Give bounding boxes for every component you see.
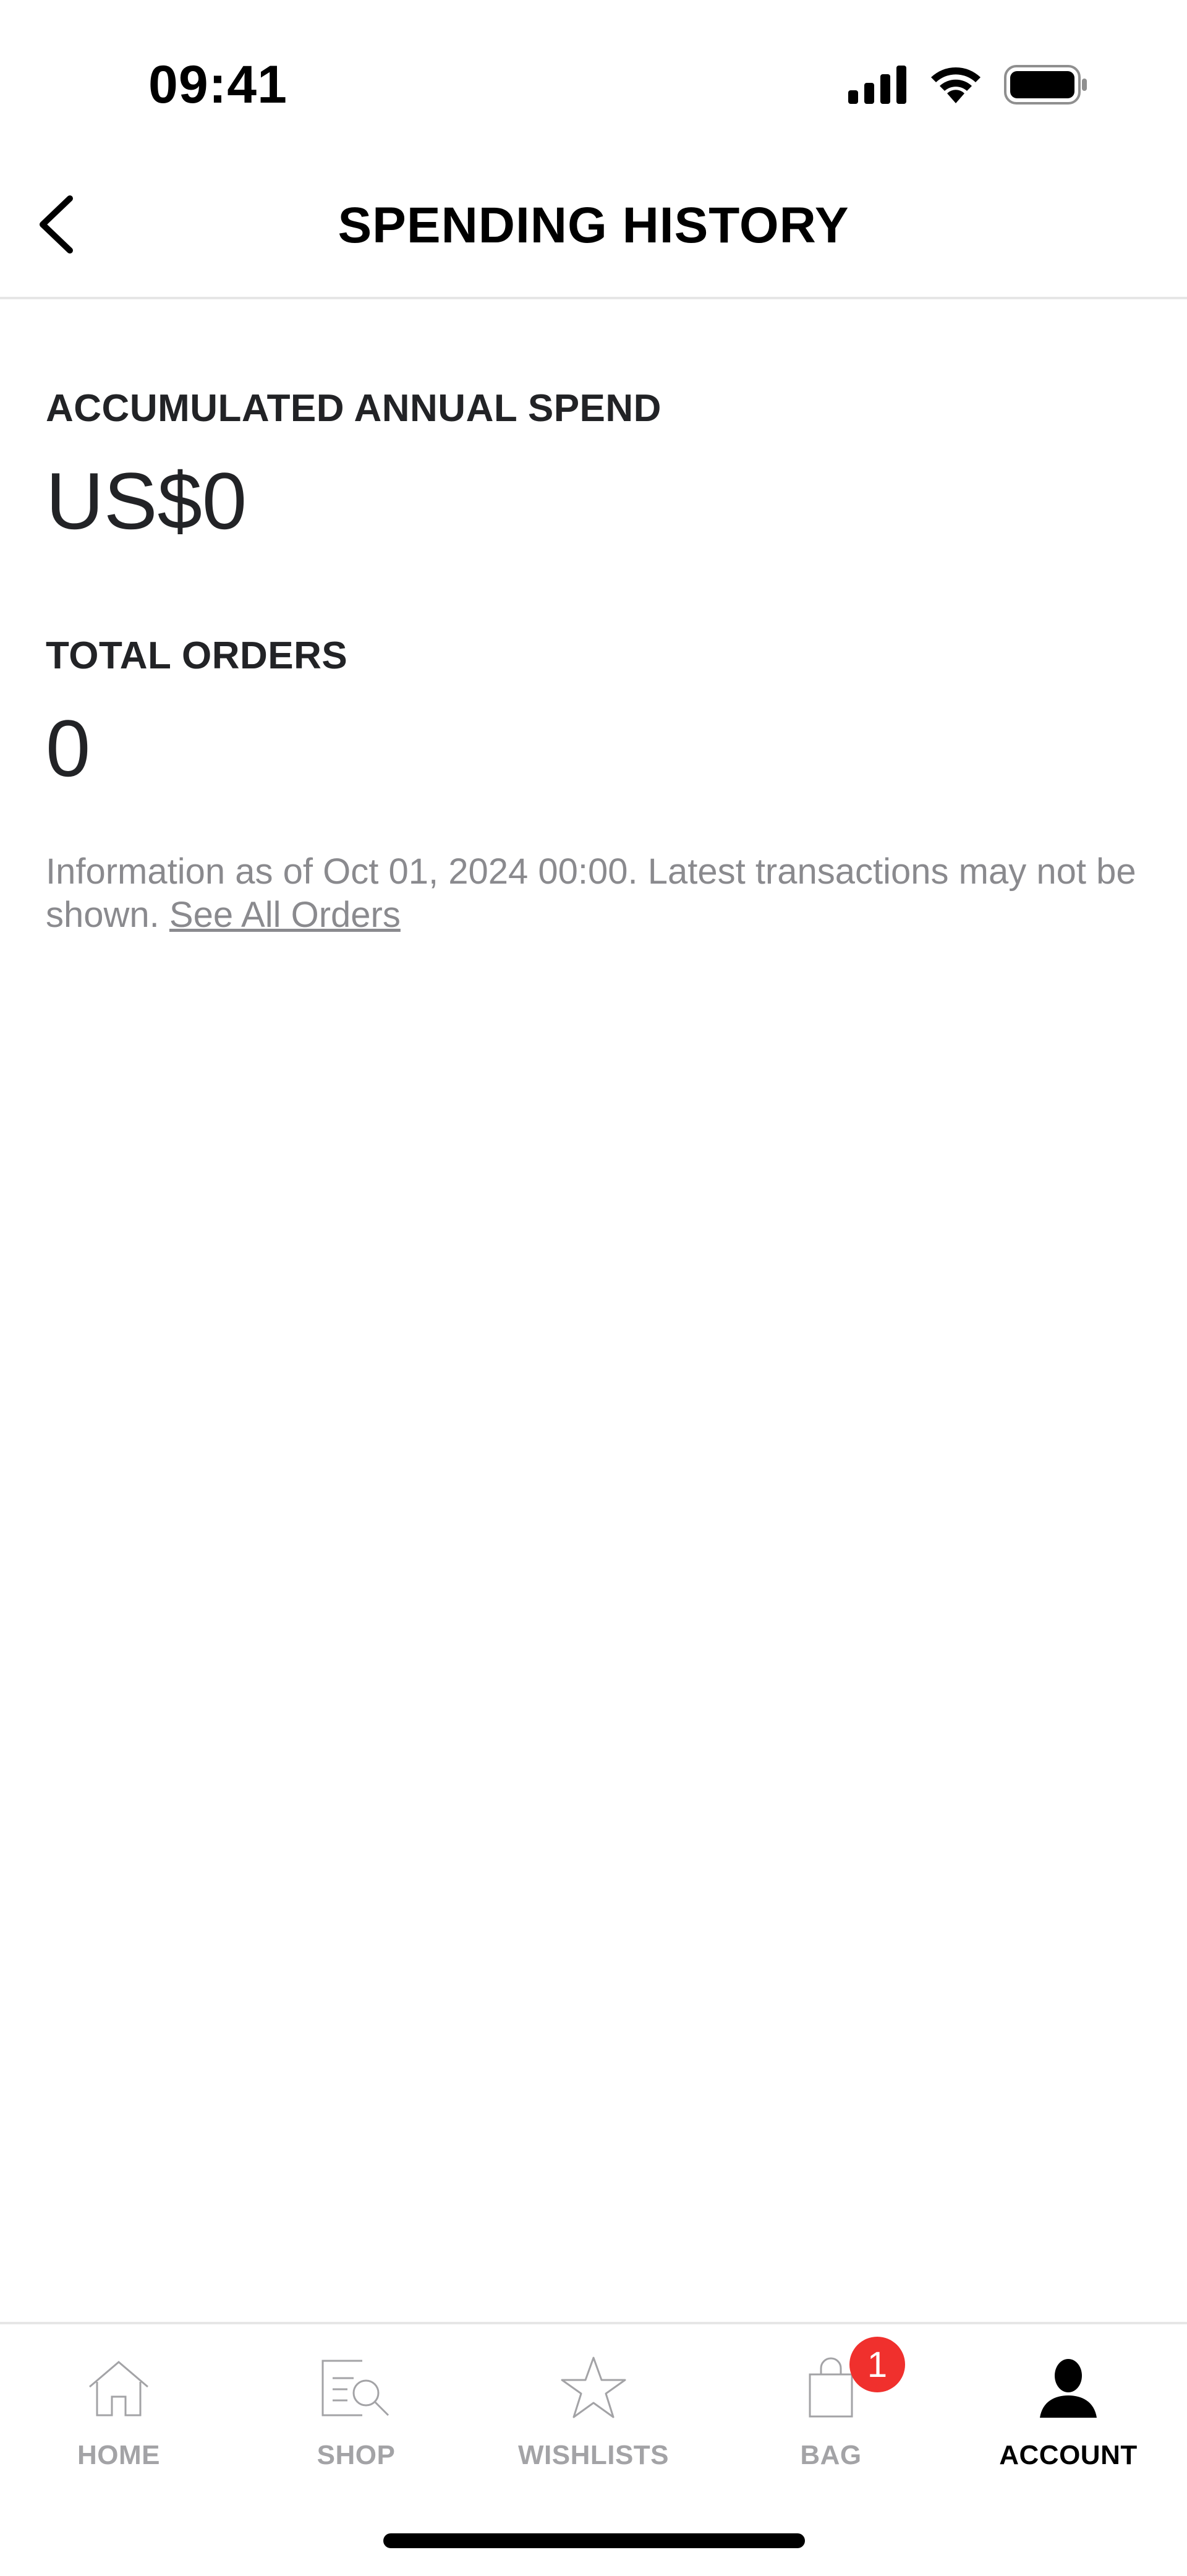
tab-home[interactable]: HOME (0, 2324, 237, 2510)
tab-wishlists[interactable]: WISHLISTS (475, 2324, 712, 2510)
home-indicator (383, 2533, 805, 2548)
tab-shop[interactable]: SHOP (237, 2324, 475, 2510)
tab-account[interactable]: ACCOUNT (950, 2324, 1187, 2510)
info-text: Information as of Oct 01, 2024 00:00. La… (46, 850, 1141, 937)
tab-account-label: ACCOUNT (999, 2440, 1138, 2470)
header: SPENDING HISTORY (0, 155, 1187, 299)
bag-count-badge: 1 (849, 2337, 905, 2392)
status-time: 09:41 (148, 55, 287, 114)
tab-wishlists-label: WISHLISTS (517, 2440, 670, 2470)
annual-spend-label: ACCUMULATED ANNUAL SPEND (46, 387, 662, 430)
cellular-signal-icon (848, 66, 908, 107)
page-title: SPENDING HISTORY (338, 197, 849, 254)
person-icon (1037, 2357, 1099, 2422)
status-bar: 09:41 (0, 0, 1187, 155)
see-all-orders-link[interactable]: See All Orders (169, 895, 401, 935)
status-icons (848, 65, 1088, 108)
tab-bag-label: BAG (800, 2440, 862, 2470)
battery-icon (1004, 65, 1088, 108)
home-icon (85, 2357, 153, 2422)
total-orders-label: TOTAL ORDERS (46, 634, 348, 677)
total-orders-value: 0 (46, 703, 91, 793)
annual-spend-value: US$0 (46, 456, 247, 546)
shopping-bag-icon (806, 2357, 856, 2422)
star-icon (559, 2355, 628, 2424)
shop-search-icon (319, 2357, 393, 2422)
tab-bag[interactable]: 1 BAG (712, 2324, 950, 2510)
tab-shop-label: SHOP (317, 2440, 396, 2470)
wifi-icon (929, 65, 983, 108)
tab-home-label: HOME (77, 2440, 160, 2470)
